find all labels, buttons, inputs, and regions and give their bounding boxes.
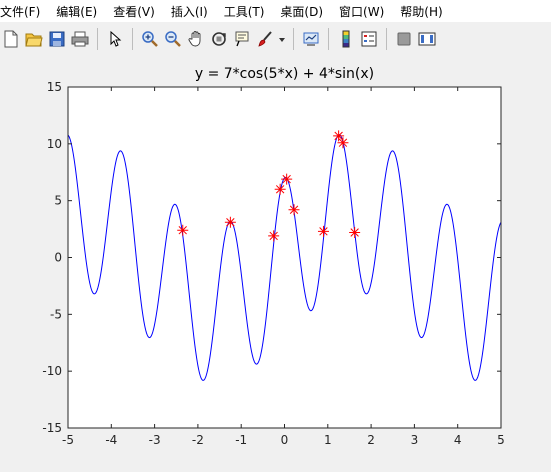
x-tick-label: 5 [497,433,505,447]
x-tick-label: -4 [105,433,117,447]
menu-insert[interactable]: 插入(I) [169,3,210,20]
axes: -5 -4 -3 -2 -1 0 1 2 3 4 5-15-10-5051015 [42,80,504,447]
menu-desktop[interactable]: 桌面(D) [278,3,325,20]
open-file-icon[interactable] [23,28,45,50]
new-figure-icon[interactable] [0,28,22,50]
y-tick-label: 10 [47,137,62,151]
x-tick-label: 4 [454,433,462,447]
menu-help[interactable]: 帮助(H) [398,3,444,20]
menu-window[interactable]: 窗口(W) [337,3,386,20]
print-icon[interactable] [69,28,91,50]
x-tick-label: 2 [367,433,375,447]
save-icon[interactable] [46,28,68,50]
x-tick-label: 3 [411,433,419,447]
figure-toolbar [0,22,551,56]
plot-title: y = 7*cos(5*x) + 4*sin(x) [195,66,374,82]
menu-tools[interactable]: 工具(T) [222,3,267,20]
y-tick-label: -15 [42,421,62,435]
y-tick-label: 15 [47,80,62,94]
plot-canvas[interactable]: y = 7*cos(5*x) + 4*sin(x) -5 -4 -3 -2 -1 0 1 2 3… [0,56,551,472]
toolbar-separator [97,28,98,50]
x-tick-label: -3 [149,433,161,447]
data-point-marker [349,226,361,238]
toolbar-separator [328,28,329,50]
y-tick-label: 0 [54,251,62,265]
edit-plot-arrow-icon[interactable] [104,28,126,50]
x-tick-label: -5 [62,433,74,447]
x-tick-label: -2 [192,433,204,447]
y-tick-label: 5 [54,194,62,208]
toolbar-separator [386,28,387,50]
toolbar-separator [132,28,133,50]
x-tick-label: 1 [324,433,332,447]
toolbar-separator [293,28,294,50]
insert-colorbar-icon[interactable] [335,28,357,50]
menu-file[interactable]: 文件(F) [0,3,42,20]
hide-plot-tools-icon[interactable] [393,28,415,50]
y-tick-label: -5 [50,307,62,321]
brush-dropdown-icon[interactable] [277,28,287,50]
link-plot-icon[interactable] [300,28,322,50]
menu-edit[interactable]: 编辑(E) [54,3,99,20]
x-tick-label: 0 [281,433,289,447]
pan-hand-icon[interactable] [185,28,207,50]
y-tick-label: -10 [42,364,62,378]
menu-view[interactable]: 查看(V) [111,3,157,20]
brush-icon[interactable] [254,28,276,50]
show-plot-tools-icon[interactable] [416,28,438,50]
zoom-in-icon[interactable] [139,28,161,50]
x-tick-label: -1 [235,433,247,447]
figure-area: y = 7*cos(5*x) + 4*sin(x) -5 -4 -3 -2 -1 0 1 2 3… [0,56,551,472]
zoom-out-icon[interactable] [162,28,184,50]
rotate-3d-icon[interactable] [208,28,230,50]
insert-legend-icon[interactable] [358,28,380,50]
menu-bar: 文件(F) 编辑(E) 查看(V) 插入(I) 工具(T) 桌面(D) 窗口(W… [0,0,551,22]
data-cursor-icon[interactable] [231,28,253,50]
